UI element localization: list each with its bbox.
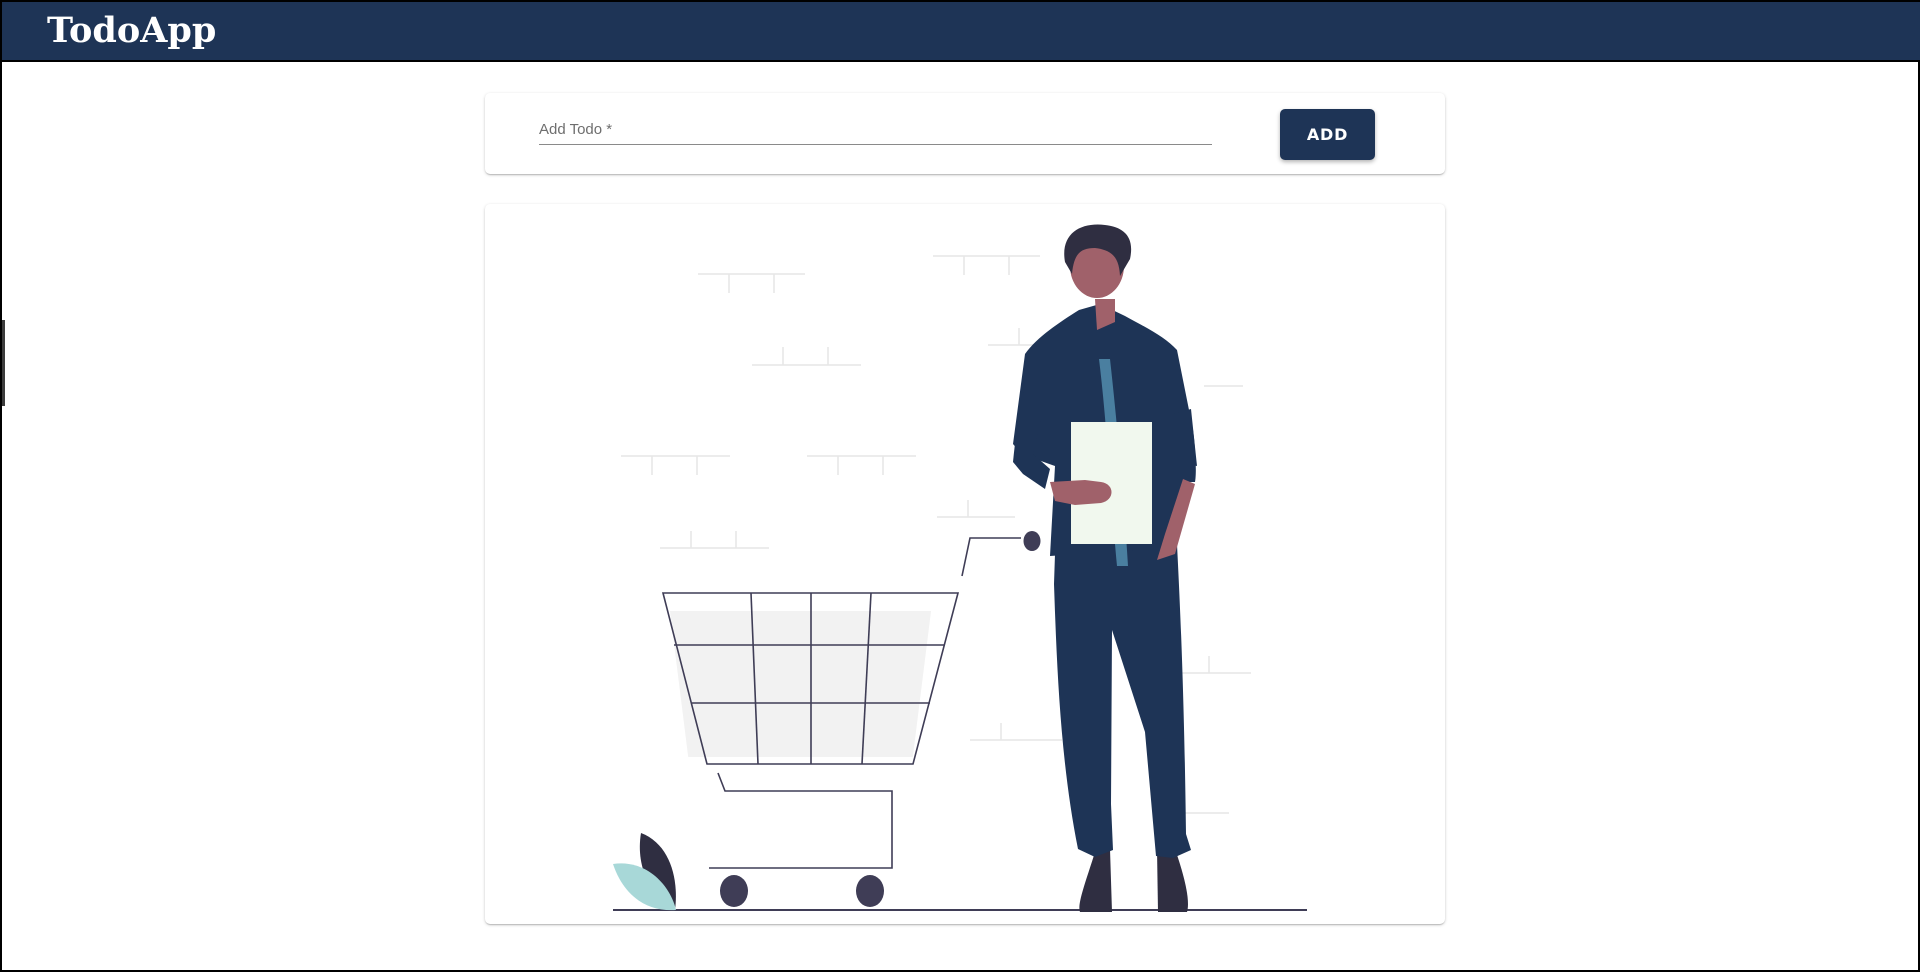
add-todo-card: Add Todo * ADD	[485, 93, 1445, 174]
cart-wheel-right	[856, 875, 884, 907]
add-todo-field[interactable]: Add Todo *	[539, 119, 1212, 145]
plant-icon	[613, 833, 676, 911]
app-title: TodoApp	[47, 10, 217, 51]
cart-wheel-left	[720, 875, 748, 907]
cart-handle-knob	[1023, 531, 1041, 551]
cart-icon	[654, 537, 1021, 869]
app-bar: TodoApp	[2, 2, 1920, 62]
shopping-cart-illustration	[613, 224, 1307, 912]
illustration-card	[485, 204, 1445, 924]
add-todo-input[interactable]	[539, 119, 1212, 144]
app-window: TodoApp Add Todo * ADD	[0, 0, 1920, 972]
side-edge-handle	[2, 320, 5, 406]
add-button[interactable]: ADD	[1280, 109, 1375, 160]
person-figure	[1013, 224, 1197, 912]
